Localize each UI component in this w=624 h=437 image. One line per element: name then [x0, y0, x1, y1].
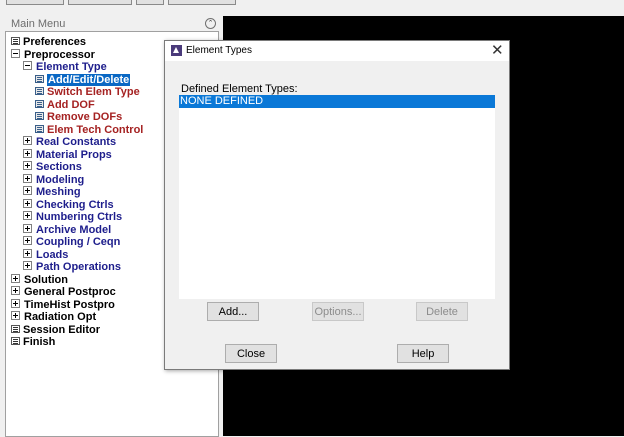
toolbar-button[interactable]: [68, 0, 132, 5]
expand-node-icon[interactable]: [23, 249, 32, 258]
tree-item-label: Remove DOFs: [47, 111, 123, 123]
expand-node-icon[interactable]: [23, 161, 32, 170]
toolbar-strip: [0, 0, 624, 14]
tree-item-label: Checking Ctrls: [36, 199, 114, 211]
leaf-icon: [35, 100, 44, 108]
delete-button-label: Delete: [426, 306, 458, 318]
toolbar-button[interactable]: [6, 0, 64, 5]
add-button[interactable]: Add...: [207, 302, 259, 321]
tree-item-coupling-ceqn[interactable]: Coupling / Ceqn: [23, 236, 120, 249]
expand-node-icon[interactable]: [23, 149, 32, 158]
dialog-title: Element Types: [186, 45, 252, 56]
tree-item-label: Finish: [23, 336, 56, 348]
list-item[interactable]: NONE DEFINED: [179, 95, 495, 108]
options-button-label: Options...: [314, 306, 362, 318]
app-icon: [171, 45, 182, 56]
expand-node-icon[interactable]: [11, 299, 20, 308]
tree-item-label: Real Constants: [36, 136, 117, 148]
main-menu-header: Main Menu ⌃: [4, 16, 219, 31]
element-types-listbox[interactable]: NONE DEFINED: [179, 95, 495, 299]
expand-node-icon[interactable]: [23, 174, 32, 183]
tree-item-label: Session Editor: [23, 324, 101, 336]
tree-item-element-type[interactable]: Element Type: [23, 61, 107, 74]
element-types-dialog: Element Types ✕ Defined Element Types: N…: [164, 40, 510, 370]
delete-button[interactable]: Delete: [416, 302, 468, 321]
expand-node-icon[interactable]: [23, 236, 32, 245]
tree-item-meshing[interactable]: Meshing: [23, 186, 81, 199]
tree-item-label: Material Props: [36, 149, 112, 161]
add-button-label: Add...: [218, 306, 248, 318]
leaf-icon: [11, 37, 20, 45]
tree-item-label: Numbering Ctrls: [36, 211, 123, 223]
tree-item-label: Elem Tech Control: [47, 124, 144, 136]
tree-item-label: Add/Edit/Delete: [47, 74, 131, 86]
tree-item-label: Radiation Opt: [24, 311, 97, 323]
tree-item-label: Loads: [36, 249, 69, 261]
tree-item-label: Solution: [24, 274, 68, 286]
leaf-icon: [35, 125, 44, 133]
tree-item-general-postproc[interactable]: General Postproc: [11, 286, 116, 299]
tree-item-label: Path Operations: [36, 261, 121, 273]
leaf-icon: [35, 112, 44, 120]
toolbar-button[interactable]: [168, 0, 236, 5]
tree-item-remove-dofs[interactable]: Remove DOFs: [35, 111, 122, 124]
expand-node-icon[interactable]: [23, 224, 32, 233]
tree-item-preferences[interactable]: Preferences: [11, 36, 86, 49]
dialog-titlebar[interactable]: Element Types ✕: [165, 41, 509, 61]
expand-node-icon[interactable]: [23, 199, 32, 208]
tree-item-label: Add DOF: [47, 99, 95, 111]
main-menu-title: Main Menu: [11, 18, 66, 30]
tree-item-radiation-opt[interactable]: Radiation Opt: [11, 311, 96, 324]
tree-item-label: Element Type: [36, 61, 107, 73]
help-button[interactable]: Help: [397, 344, 449, 363]
expand-node-icon[interactable]: [11, 286, 20, 295]
collapse-node-icon[interactable]: [11, 49, 20, 58]
expand-node-icon[interactable]: [23, 261, 32, 270]
leaf-icon: [35, 75, 44, 83]
tree-item-label: Coupling / Ceqn: [36, 236, 121, 248]
tree-item-real-constants[interactable]: Real Constants: [23, 136, 116, 149]
help-button-label: Help: [411, 348, 435, 360]
tree-item-label: Preferences: [23, 36, 86, 48]
collapse-node-icon[interactable]: [23, 61, 32, 70]
defined-types-label: Defined Element Types:: [181, 83, 298, 95]
expand-node-icon[interactable]: [23, 211, 32, 220]
expand-node-icon[interactable]: [23, 186, 32, 195]
expand-node-icon[interactable]: [11, 274, 20, 283]
leaf-icon: [11, 337, 20, 345]
expand-node-icon[interactable]: [23, 136, 32, 145]
tree-item-label: General Postproc: [24, 286, 116, 298]
options-button[interactable]: Options...: [312, 302, 364, 321]
close-button-label: Close: [236, 348, 266, 360]
toolbar-button[interactable]: [136, 0, 164, 5]
expand-node-icon[interactable]: [11, 311, 20, 320]
tree-item-label: Archive Model: [36, 224, 112, 236]
tree-item-path-operations[interactable]: Path Operations: [23, 261, 121, 274]
tree-item-label: Modeling: [36, 174, 85, 186]
close-button[interactable]: Close: [225, 344, 277, 363]
leaf-icon: [35, 87, 44, 95]
tree-item-finish[interactable]: Finish: [11, 336, 55, 349]
close-icon[interactable]: ✕: [491, 42, 504, 59]
tree-item-sections[interactable]: Sections: [23, 161, 82, 174]
tree-item-label: Meshing: [36, 186, 81, 198]
tree-item-label: Preprocessor: [24, 49, 95, 61]
tree-item-numbering-ctrls[interactable]: Numbering Ctrls: [23, 211, 122, 224]
collapse-icon[interactable]: ⌃: [205, 18, 216, 29]
tree-item-label: Switch Elem Type: [47, 86, 140, 98]
tree-item-label: Sections: [36, 161, 82, 173]
leaf-icon: [11, 325, 20, 333]
tree-item-label: TimeHist Postpro: [24, 299, 115, 311]
tree-item-switch-elem-type[interactable]: Switch Elem Type: [35, 86, 140, 99]
